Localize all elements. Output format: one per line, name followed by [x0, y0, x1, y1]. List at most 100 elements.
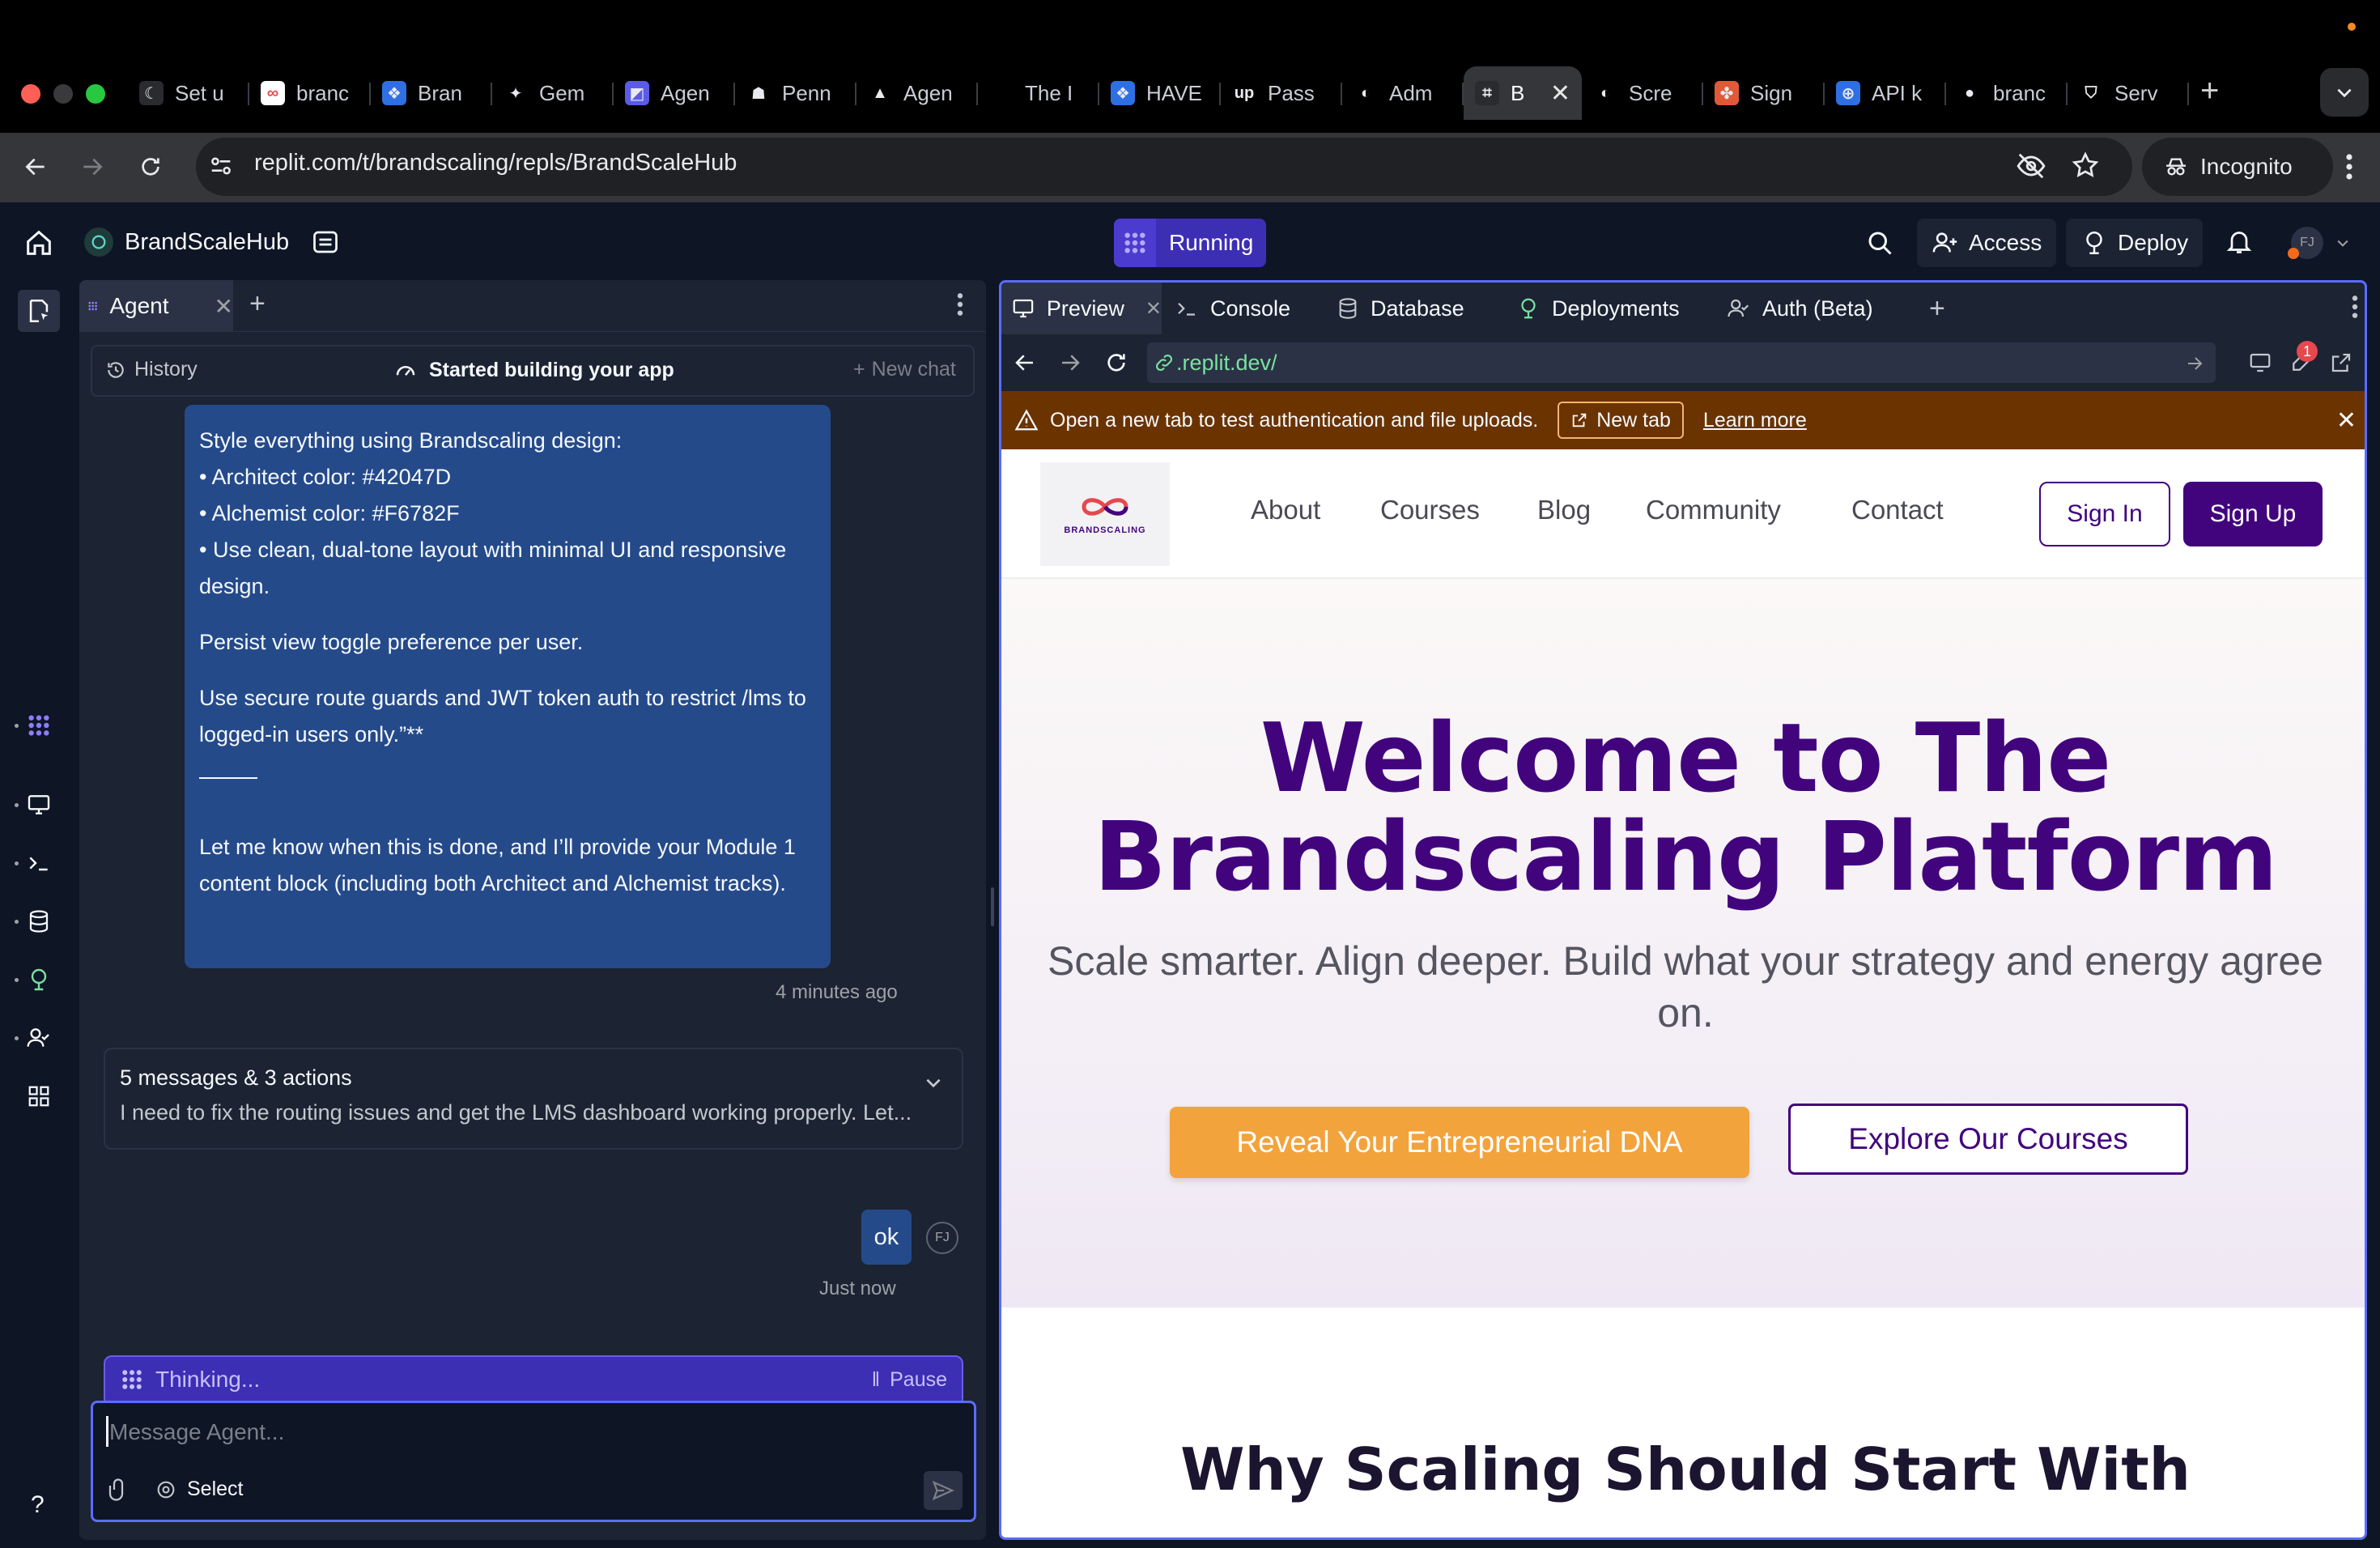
tab-preview[interactable]: Preview ✕ [1001, 283, 1162, 334]
reload-icon[interactable] [1103, 350, 1129, 376]
window-minimize-button[interactable] [53, 84, 73, 104]
agent-menu-button[interactable] [957, 291, 963, 317]
browser-tab[interactable]: ❖ Bran [371, 66, 492, 120]
browser-tab[interactable]: ⊕ API k [1825, 66, 1946, 120]
actions-summary-card[interactable]: 5 messages & 3 actions I need to fix the… [104, 1048, 963, 1150]
sign-up-button[interactable]: Sign Up [2183, 482, 2323, 546]
chevron-down-icon[interactable] [923, 1072, 944, 1093]
explore-courses-button[interactable]: Explore Our Courses [1788, 1104, 2188, 1175]
select-element-button[interactable]: Select [155, 1478, 243, 1501]
open-new-tab-button[interactable]: New tab [1558, 402, 1684, 439]
new-tab-button[interactable]: + [2200, 73, 2219, 109]
new-chat-button[interactable]: + New chat [853, 358, 956, 381]
add-tab-button[interactable]: + [249, 288, 266, 320]
url-text[interactable]: replit.com/t/brandscaling/repls/BrandSca… [254, 150, 737, 176]
browser-tab[interactable]: ☾ Set u [128, 66, 249, 120]
rail-database-button[interactable] [23, 905, 55, 938]
rail-console-button[interactable] [23, 847, 55, 879]
reveal-dna-button[interactable]: Reveal Your Entrepreneurial DNA [1170, 1107, 1749, 1178]
browser-tab[interactable]: ✤ Sign [1703, 66, 1825, 120]
rail-agent-button[interactable] [23, 709, 55, 742]
arrow-right-icon[interactable] [2185, 354, 2204, 373]
external-link-icon[interactable] [2329, 351, 2353, 375]
tab-console[interactable]: Console [1175, 283, 1290, 334]
rail-apps-button[interactable] [23, 1080, 55, 1112]
close-icon[interactable]: ✕ [215, 293, 233, 320]
browser-tab[interactable]: ⛉ Serv [2068, 66, 2189, 120]
tab-auth[interactable]: Auth (Beta) [1727, 283, 1873, 334]
learn-more-link[interactable]: Learn more [1703, 409, 1807, 432]
browser-tab[interactable]: ▲ Agen [856, 66, 978, 120]
browser-tab[interactable]: ❖ HAVE [1099, 66, 1221, 120]
attach-button[interactable] [106, 1478, 130, 1502]
window-close-button[interactable] [21, 84, 40, 104]
repl-name[interactable]: BrandScaleHub [125, 229, 289, 256]
incognito-badge[interactable]: Incognito [2142, 138, 2333, 196]
browser-tab[interactable]: ⌗ B ✕ [1464, 66, 1582, 120]
nav-link-contact[interactable]: Contact [1851, 495, 1944, 525]
browser-menu-button[interactable] [2333, 149, 2365, 185]
history-button[interactable]: History [105, 358, 198, 381]
rail-indicator [15, 861, 19, 865]
browser-tab[interactable]: The I [978, 66, 1099, 120]
home-button[interactable] [23, 227, 55, 259]
browser-tab[interactable]: up Pass [1221, 66, 1342, 120]
run-button[interactable]: Running [1114, 219, 1266, 267]
window-zoom-button[interactable] [86, 84, 105, 104]
rail-deployments-button[interactable] [23, 963, 55, 996]
search-button[interactable] [1865, 228, 1894, 257]
message-paragraph: Use secure route guards and JWT token au… [199, 686, 806, 746]
help-icon[interactable]: ? [31, 1491, 45, 1519]
browser-tab[interactable]: ● branc [1946, 66, 2068, 120]
status-dot [2348, 23, 2356, 31]
browser-tab[interactable]: ∞ branc [249, 66, 371, 120]
repl-info-button[interactable] [311, 228, 340, 257]
access-button[interactable]: Access [1917, 219, 2057, 267]
site-info-icon[interactable] [207, 152, 235, 180]
site-logo[interactable]: BRANDSCALING [1040, 462, 1170, 566]
rail-preview-button[interactable] [23, 789, 55, 821]
bookmark-star-icon[interactable] [2071, 151, 2100, 180]
preview-address-bar[interactable]: .replit.dev/ [1147, 342, 2216, 383]
notifications-button[interactable] [2225, 227, 2254, 256]
browser-tab[interactable]: ✦ Gem [492, 66, 614, 120]
pause-button[interactable]: ‖ Pause [872, 1368, 947, 1392]
close-icon[interactable]: ✕ [1550, 79, 1570, 108]
rail-explorer-button[interactable] [18, 290, 60, 332]
favicon-icon: ❖ [1111, 81, 1135, 105]
browser-tab[interactable]: ◐ Adm [1342, 66, 1464, 120]
eye-off-icon[interactable] [2016, 151, 2046, 181]
browser-tab[interactable]: ◩ Agen [614, 66, 735, 120]
device-icon[interactable] [2248, 351, 2272, 375]
favicon-icon: ⊕ [1836, 81, 1860, 105]
tab-agent[interactable]: Agent ✕ [79, 280, 233, 332]
account-menu-button[interactable] [2335, 235, 2351, 251]
tab-deployments[interactable]: Deployments [1516, 283, 1680, 334]
browser-tab[interactable]: ◐ Scre [1582, 66, 1703, 120]
forward-button[interactable] [74, 149, 110, 185]
browser-tabs: ☾ Set u ∞ branc ❖ Bran ✦ Gem ◩ Agen ☗ Penn ▲ Agen The … [128, 66, 2189, 120]
message-input[interactable]: Message Agent... [109, 1419, 284, 1445]
nav-link-courses[interactable]: Courses [1380, 495, 1480, 525]
back-button[interactable] [18, 149, 53, 185]
pane-resize-handle[interactable] [991, 887, 994, 926]
nav-link-about[interactable]: About [1251, 495, 1320, 525]
close-icon[interactable]: ✕ [2336, 406, 2357, 435]
rail-auth-button[interactable] [23, 1022, 55, 1054]
tab-search-button[interactable] [2320, 68, 2369, 117]
browser-tab[interactable]: ☗ Penn [735, 66, 856, 120]
preview-menu-button[interactable] [2352, 294, 2358, 320]
tab-database[interactable]: Database [1337, 283, 1464, 334]
arrow-left-icon[interactable] [1013, 351, 1037, 375]
nav-link-blog[interactable]: Blog [1537, 495, 1591, 525]
incognito-label: Incognito [2200, 154, 2293, 179]
send-button[interactable] [924, 1471, 963, 1510]
sign-in-button[interactable]: Sign In [2039, 482, 2170, 546]
close-icon[interactable]: ✕ [1145, 297, 1162, 321]
nav-link-community[interactable]: Community [1646, 495, 1781, 525]
add-tab-button[interactable]: + [1929, 283, 1945, 334]
reload-button[interactable] [133, 149, 168, 185]
deploy-button[interactable]: Deploy [2066, 219, 2204, 267]
arrow-right-icon[interactable] [1058, 351, 1082, 375]
favicon-icon: ◐ [1354, 81, 1378, 105]
